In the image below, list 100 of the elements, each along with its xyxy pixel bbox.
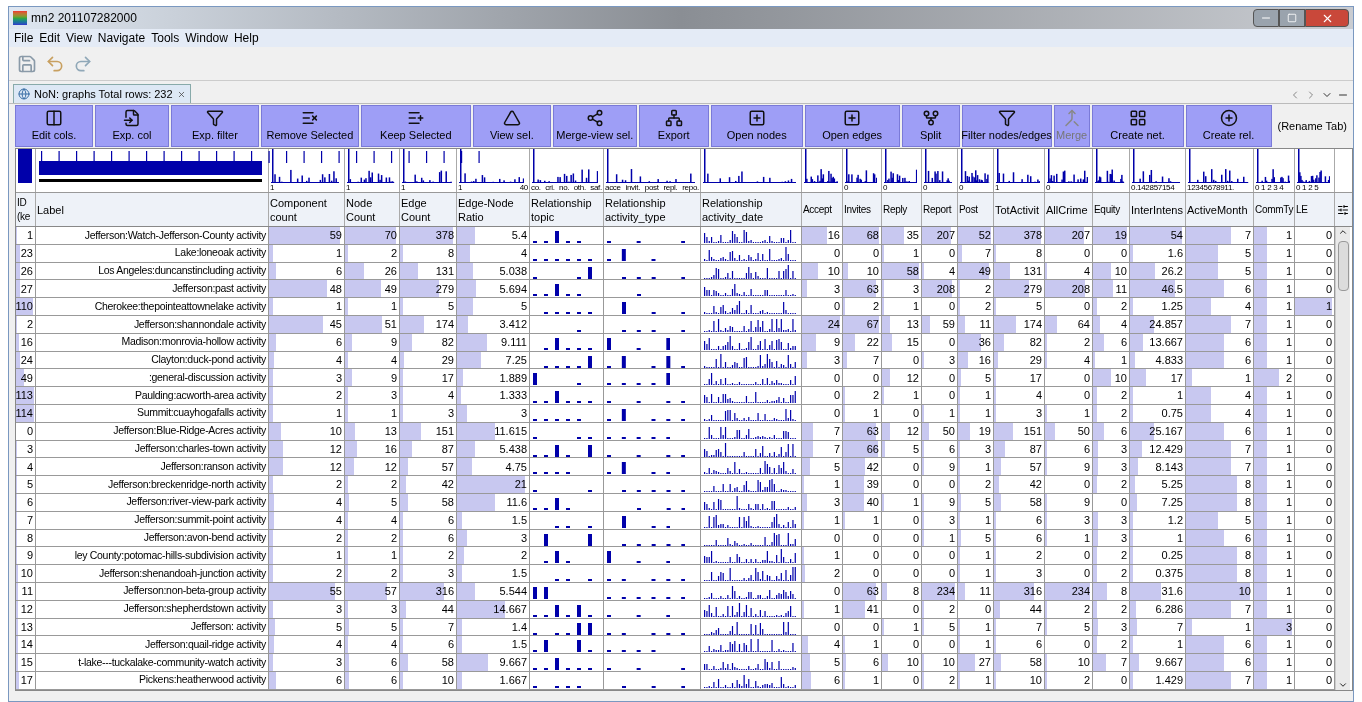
table-cell: Jefferson:summit-point activity: [134, 512, 266, 528]
column-header[interactable]: Accept: [803, 202, 832, 217]
scrollbar[interactable]: [1335, 227, 1350, 690]
column-header[interactable]: Node Count: [346, 195, 398, 224]
table-cell: 1: [1254, 565, 1295, 582]
table-cell: 19: [1093, 227, 1130, 244]
tab[interactable]: NoN: graphs Total rows: 232: [13, 84, 191, 103]
rename-tab-link[interactable]: (Rename Tab): [1277, 117, 1347, 135]
table-cell: 2: [1093, 636, 1130, 654]
table-cell: 2: [843, 387, 882, 404]
activity-sparkline: [533, 622, 592, 635]
column-header[interactable]: Component count: [270, 195, 343, 224]
toolbar-button[interactable]: Keep Selected: [360, 105, 471, 147]
activity-sparkline: [533, 472, 570, 475]
column-header[interactable]: Reply: [883, 202, 908, 217]
menu-item[interactable]: File: [11, 29, 37, 47]
axis-label: post: [644, 183, 659, 192]
close-icon[interactable]: [176, 89, 186, 99]
column-settings-icon[interactable]: [1336, 203, 1349, 216]
table-cell: 2: [958, 280, 994, 298]
table-cell: 0.375: [1130, 565, 1186, 582]
column-header[interactable]: AllCrime: [1046, 202, 1088, 217]
histogram-drawing: [1297, 149, 1331, 183]
menu-item[interactable]: Help: [230, 29, 262, 47]
table-cell-text: :general-discussion activity: [148, 369, 266, 385]
table-cell: 6: [345, 654, 400, 671]
toolbar-button[interactable]: Remove Selected: [260, 105, 359, 147]
redo-icon[interactable]: [73, 53, 93, 74]
toolbar-button[interactable]: Split: [901, 105, 960, 147]
column-header[interactable]: Edge-Node Ratio: [458, 195, 528, 224]
minimize-button[interactable]: [1253, 9, 1279, 27]
toolbar-button[interactable]: Open nodes: [710, 105, 803, 147]
column-header[interactable]: ID (ke: [17, 195, 34, 224]
undo-icon[interactable]: [45, 53, 65, 74]
menu-item[interactable]: View: [63, 29, 95, 47]
table-cell: Los Angeles:duncanstincluding activity: [98, 263, 266, 279]
column-header[interactable]: Edge Count: [401, 195, 455, 224]
activity-sparkline: [555, 579, 592, 582]
activity-sparkline: [607, 462, 671, 475]
toolbar-button[interactable]: Create rel.: [1185, 105, 1272, 147]
table-cell: 2: [400, 547, 457, 565]
table-cell: 2: [457, 547, 530, 565]
activity-sparkline: [621, 515, 671, 528]
table-cell: 1: [345, 298, 400, 315]
table-cell: 3: [802, 280, 843, 298]
toolbar-button[interactable]: View sel.: [472, 105, 551, 147]
toolbar-button[interactable]: Create net.: [1091, 105, 1184, 147]
table-cell: 1: [958, 547, 994, 565]
table-cell: 2: [269, 565, 345, 582]
table-cell: 378: [994, 227, 1045, 244]
table-cell: 10: [1093, 369, 1130, 387]
column-header[interactable]: Relationship topic: [531, 195, 602, 224]
table-cell: 49: [16, 369, 36, 387]
table-cell-text: Jefferson:shenandoah-junction activity: [98, 565, 266, 581]
column-header[interactable]: Post: [959, 202, 978, 217]
scrollbar-thumb[interactable]: [1337, 241, 1349, 291]
column-header[interactable]: Label: [37, 202, 64, 217]
table-cell-text: ley County:potomac-hills-subdivision activity: [74, 547, 266, 563]
toolbar-button[interactable]: Open edges: [804, 105, 900, 147]
maximize-button[interactable]: [1279, 9, 1305, 27]
column-header[interactable]: TotActivit: [995, 202, 1039, 217]
column-header[interactable]: Equity: [1094, 202, 1120, 217]
table-cell: 52: [958, 227, 994, 244]
toolbar-button[interactable]: Export: [638, 105, 709, 147]
table-cell: 0.25: [1130, 547, 1186, 565]
toolbar-button[interactable]: Edit cols.: [15, 105, 93, 147]
axis-label: 0 1 2 5: [1296, 183, 1319, 192]
menu-item[interactable]: Window: [182, 29, 231, 47]
menu-item[interactable]: Navigate: [94, 29, 149, 47]
toolbar-button[interactable]: Merge-view sel.: [552, 105, 637, 147]
axis-label: 0: [844, 183, 849, 192]
table-cell: 6: [994, 636, 1045, 654]
table-cell: 1: [958, 565, 994, 582]
share-icon: [585, 108, 604, 127]
histogram-drawing: [1188, 149, 1249, 183]
table-cell: 4: [400, 387, 457, 404]
axis-label: co.: [531, 183, 541, 192]
menu-item[interactable]: Tools: [148, 29, 183, 47]
histogram-drawing: [845, 149, 878, 183]
axis-label: 1: [270, 183, 275, 192]
menu-item[interactable]: Edit: [36, 29, 64, 47]
column-header[interactable]: CommTy: [1255, 202, 1294, 217]
column-header[interactable]: LE: [1296, 202, 1308, 217]
activity-sparkline: [533, 658, 592, 671]
activity-sparkline: [607, 373, 671, 386]
table-cell: 15: [16, 654, 36, 671]
column-header[interactable]: Relationship activity_date: [702, 195, 800, 224]
toolbar-button[interactable]: Filter nodes/edges: [961, 105, 1052, 147]
scroll-up-icon[interactable]: [1338, 227, 1348, 237]
table-cell: 8: [1186, 565, 1254, 582]
save-icon[interactable]: [17, 53, 37, 74]
column-header[interactable]: Report: [923, 202, 952, 217]
column-header[interactable]: ActiveMonth: [1187, 202, 1248, 217]
column-header[interactable]: Invites: [844, 202, 871, 217]
toolbar-button[interactable]: Exp. filter: [170, 105, 259, 147]
toolbar-button[interactable]: Exp. col: [94, 105, 169, 147]
column-header[interactable]: InterIntens: [1131, 202, 1183, 217]
column-header[interactable]: Relationship activity_type: [605, 195, 699, 224]
table-cell: 1: [1254, 636, 1295, 654]
close-button[interactable]: [1305, 9, 1349, 27]
